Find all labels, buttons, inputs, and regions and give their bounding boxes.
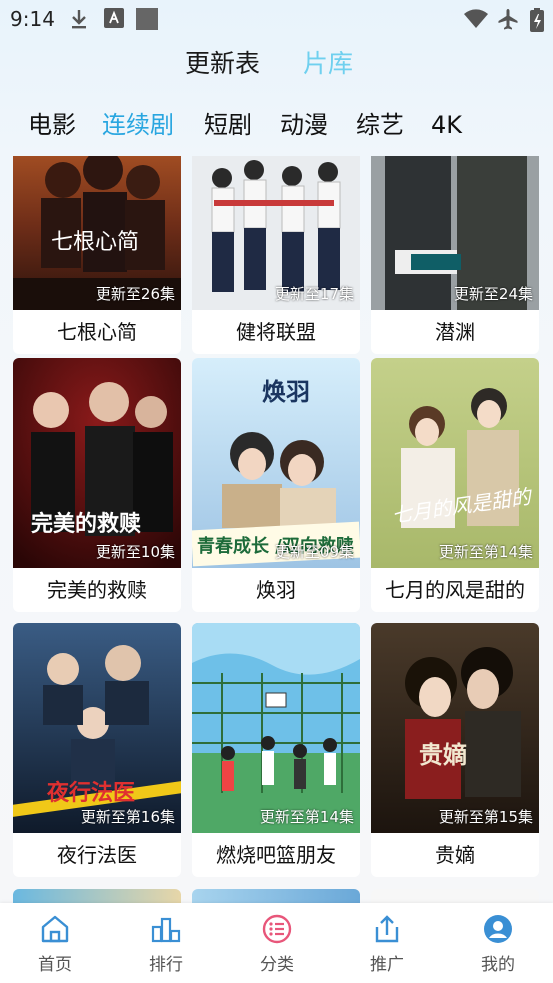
show-title: 夜行法医 xyxy=(57,843,137,867)
poster: 七月的风是甜的 更新至第14集 xyxy=(371,358,539,568)
poster: 夜行法医 更新至第16集 xyxy=(13,623,181,833)
poster: 完美的救赎 更新至10集 xyxy=(13,358,181,568)
episode-badge: 更新至10集 xyxy=(95,543,175,561)
poster-title-art: 完美的救赎 xyxy=(31,511,142,537)
poster-title-art: 夜行法医 xyxy=(47,780,136,806)
bottom-nav: 首页 排行 分类 推广 我的 xyxy=(0,903,553,983)
show-card[interactable]: 夜行法医 更新至第16集 夜行法医 xyxy=(13,623,181,877)
nav-label: 首页 xyxy=(38,955,72,975)
nav-label: 推广 xyxy=(370,955,404,975)
poster xyxy=(192,889,360,903)
show-card[interactable]: 更新至24集 潜渊 xyxy=(371,156,539,354)
show-title: 贵嫡 xyxy=(435,843,475,867)
show-card[interactable]: 焕羽 青春成长 /双向救赎 更新至09集 焕羽 xyxy=(192,358,360,612)
episode-badge: 更新至第16集 xyxy=(80,808,175,826)
episode-badge: 更新至26集 xyxy=(95,285,175,303)
nav-label: 分类 xyxy=(260,955,294,975)
tab-library[interactable]: 片库 xyxy=(303,48,353,80)
category-tab-anime[interactable]: 动漫 xyxy=(280,108,328,142)
category-tab-movie[interactable]: 电影 xyxy=(28,108,76,142)
nav-profile[interactable]: 我的 xyxy=(448,903,548,983)
show-title: 完美的救赎 xyxy=(47,578,147,602)
nav-label: 排行 xyxy=(149,955,183,975)
episode-badge: 更新至24集 xyxy=(453,285,533,303)
nav-promote[interactable]: 推广 xyxy=(337,903,437,983)
square-icon xyxy=(136,8,158,34)
airplane-icon xyxy=(497,8,519,34)
battery-icon xyxy=(530,8,544,36)
status-bar: 9:14 xyxy=(0,0,553,38)
share-icon xyxy=(371,913,403,945)
category-tab-short[interactable]: 短剧 xyxy=(204,108,252,142)
show-card[interactable]: 更新至17集 健将联盟 xyxy=(192,156,360,354)
show-title: 潜渊 xyxy=(435,320,475,344)
show-card[interactable]: 完美的救赎 更新至10集 完美的救赎 xyxy=(13,358,181,612)
episode-badge: 更新至第14集 xyxy=(259,808,354,826)
category-tab-variety[interactable]: 综艺 xyxy=(356,108,404,142)
category-tab-series[interactable]: 连续剧 xyxy=(102,108,174,142)
wifi-icon xyxy=(463,8,489,34)
tab-update-schedule[interactable]: 更新表 xyxy=(185,48,260,80)
episode-badge: 更新至第14集 xyxy=(438,543,533,561)
category-tab-4k[interactable]: 4K xyxy=(431,108,462,142)
ranking-icon xyxy=(150,913,182,945)
episode-badge: 更新至09集 xyxy=(274,543,354,561)
show-card[interactable]: 七根心简 更新至26集 七根心简 xyxy=(13,156,181,354)
show-title: 燃烧吧篮朋友 xyxy=(216,843,336,867)
show-card[interactable] xyxy=(371,889,539,903)
profile-icon xyxy=(482,913,514,945)
poster: 贵嫡 更新至第15集 xyxy=(371,623,539,833)
download-icon xyxy=(70,8,88,34)
poster: 更新至17集 xyxy=(192,156,360,310)
poster: 更新至24集 xyxy=(371,156,539,310)
episode-badge: 更新至第15集 xyxy=(438,808,533,826)
content-grid: 七根心简 更新至26集 七根心简 更新至17集 健将联盟 更新至24集 潜渊 完… xyxy=(0,156,553,903)
show-title: 七月的风是甜的 xyxy=(385,578,525,602)
poster xyxy=(13,889,181,903)
category-tabs: 电影 连续剧 短剧 动漫 综艺 4K xyxy=(0,108,553,144)
poster: 七根心简 更新至26集 xyxy=(13,156,181,310)
show-card[interactable]: 七月的风是甜的 更新至第14集 七月的风是甜的 xyxy=(371,358,539,612)
nav-label: 我的 xyxy=(481,955,515,975)
font-icon xyxy=(104,8,124,32)
nav-ranking[interactable]: 排行 xyxy=(116,903,216,983)
show-card[interactable] xyxy=(192,889,360,903)
home-icon xyxy=(39,913,71,945)
episode-badge: 更新至17集 xyxy=(274,285,354,303)
top-tabs: 更新表 片库 xyxy=(0,48,553,84)
poster xyxy=(371,889,539,903)
poster: 更新至第14集 xyxy=(192,623,360,833)
nav-home[interactable]: 首页 xyxy=(5,903,105,983)
poster-title-art: 贵嫡 xyxy=(419,740,467,769)
poster-logo: 焕羽 xyxy=(262,377,310,406)
status-time: 9:14 xyxy=(10,7,55,31)
show-card[interactable]: 更新至第14集 燃烧吧篮朋友 xyxy=(192,623,360,877)
poster-title-art: 七根心简 xyxy=(51,230,140,255)
show-card[interactable]: 贵嫡 更新至第15集 贵嫡 xyxy=(371,623,539,877)
nav-category[interactable]: 分类 xyxy=(227,903,327,983)
show-title: 七根心简 xyxy=(57,320,137,344)
show-title: 健将联盟 xyxy=(236,320,316,344)
category-icon xyxy=(261,913,293,945)
poster: 焕羽 青春成长 /双向救赎 更新至09集 xyxy=(192,358,360,568)
show-title: 焕羽 xyxy=(256,578,296,602)
show-card[interactable] xyxy=(13,889,181,903)
